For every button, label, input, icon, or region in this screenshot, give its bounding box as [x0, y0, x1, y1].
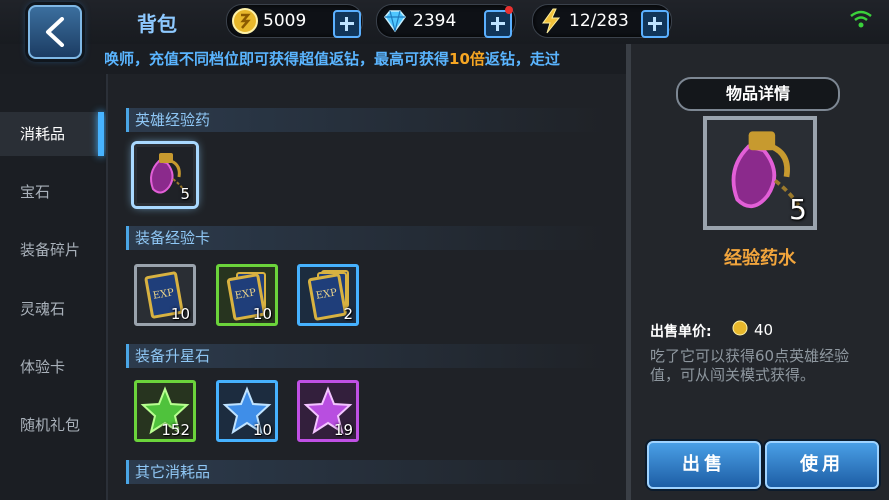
detail-item-icon: 5	[703, 116, 817, 230]
item-slot-exp-card-blue[interactable]: EXP 2	[297, 264, 359, 326]
item-detail-panel: 物品详情 5 经验药水 出售单价: 40 吃了它可以获得60点英雄经验值，可从闯…	[631, 44, 889, 500]
item-slot-star-purple[interactable]: 19	[297, 380, 359, 442]
detail-item-count: 5	[789, 193, 807, 226]
section-other: 其它消耗品	[126, 460, 606, 484]
item-count: 5	[180, 185, 190, 203]
announcement-marquee: 召唤师，充值不同档位即可获得超值返钻，最高可获得10倍返钻，走过	[105, 44, 630, 74]
gold-value: 5009	[263, 11, 307, 31]
marquee-text-end: 返钻，走过	[484, 50, 560, 68]
detail-title: 物品详情	[676, 77, 840, 111]
sidebar-item-equip-fragments[interactable]: 装备碎片	[0, 228, 104, 272]
lightning-icon	[542, 8, 561, 34]
section-hero-exp: 英雄经验药	[126, 108, 606, 132]
back-button[interactable]	[28, 5, 82, 59]
use-button[interactable]: 使用	[765, 441, 879, 489]
sidebar-item-random-packs[interactable]: 随机礼包	[0, 403, 104, 447]
section-equip-exp: 装备经验卡	[126, 226, 606, 250]
sidebar-item-gems[interactable]: 宝石	[0, 170, 104, 214]
add-gold-button[interactable]	[333, 10, 361, 38]
item-slot-exp-potion[interactable]: 5	[134, 144, 196, 206]
item-count: 10	[252, 305, 272, 323]
gold-coin-icon	[732, 320, 748, 336]
marquee-highlight: 10倍	[449, 50, 485, 68]
add-stamina-button[interactable]	[641, 10, 669, 38]
sidebar-item-soul-stones[interactable]: 灵魂石	[0, 287, 104, 331]
item-slot-star-green[interactable]: 152	[134, 380, 196, 442]
inventory-panel: 英雄经验药 5 装备经验卡 EXP 10 EXP 10 EXP 2 装备升星石 …	[106, 74, 628, 500]
sell-button[interactable]: 出售	[647, 441, 761, 489]
item-count: 10	[252, 421, 272, 439]
gold-display: 5009	[226, 4, 363, 38]
marquee-text: 召唤师，充值不同档位即可获得超值返钻，最高可获得	[105, 50, 450, 68]
gold-coin-icon	[232, 8, 258, 34]
diamond-display: 2394	[376, 4, 516, 38]
notification-dot	[505, 6, 513, 14]
wifi-icon	[850, 10, 872, 28]
price-label: 出售单价:	[650, 324, 712, 340]
item-slot-exp-card-gray[interactable]: EXP 10	[134, 264, 196, 326]
item-slot-star-blue[interactable]: 10	[216, 380, 278, 442]
stamina-value: 12/283	[569, 11, 629, 31]
item-slot-exp-card-green[interactable]: EXP 10	[216, 264, 278, 326]
price-value: 40	[754, 321, 774, 339]
add-diamond-button[interactable]	[484, 10, 512, 38]
diamond-value: 2394	[413, 11, 457, 31]
chevron-left-icon	[46, 17, 64, 47]
page-title: 背包	[137, 12, 177, 36]
item-count: 19	[333, 421, 353, 439]
stamina-display: 12/283	[532, 4, 672, 38]
item-count: 152	[161, 421, 190, 439]
item-count: 2	[343, 305, 353, 323]
sidebar-item-consumables[interactable]: 消耗品	[0, 112, 104, 156]
item-description: 吃了它可以获得60点英雄经验值，可从闯关模式获得。	[650, 347, 850, 384]
diamond-icon	[384, 10, 406, 33]
category-sidebar: 消耗品 宝石 装备碎片 灵魂石 体验卡 随机礼包	[0, 74, 104, 500]
sidebar-item-trial-cards[interactable]: 体验卡	[0, 345, 104, 389]
detail-item-name: 经验药水	[724, 248, 796, 269]
section-star-stones: 装备升星石	[126, 344, 606, 368]
item-count: 10	[170, 305, 190, 323]
